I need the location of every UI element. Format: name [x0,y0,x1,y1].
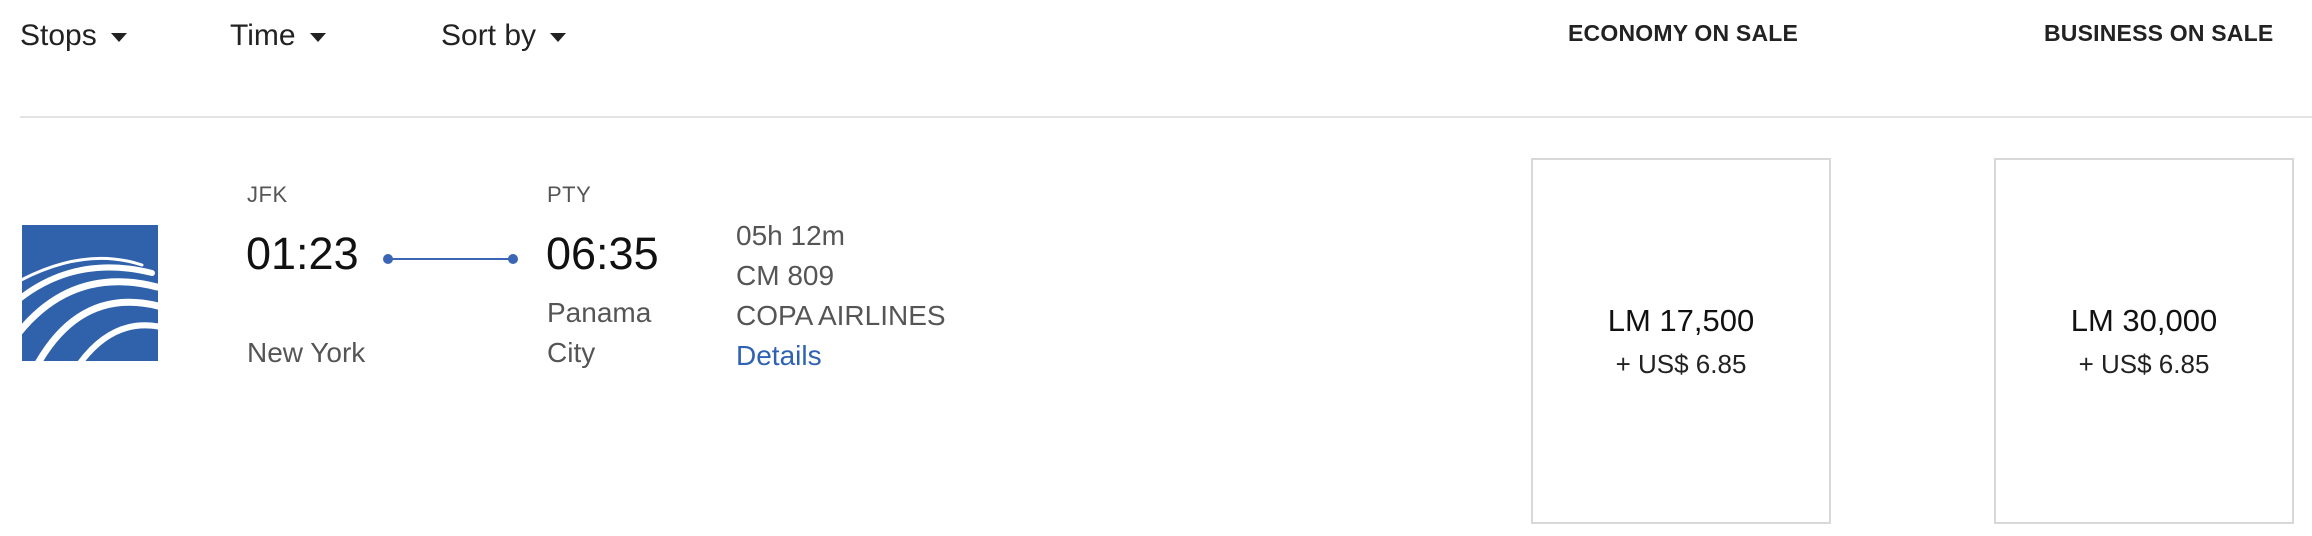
route-line [388,258,514,260]
route-end-dot [508,254,518,264]
route-start-dot [383,254,393,264]
airline-name: COPA AIRLINES [736,300,946,331]
header-divider [20,116,2312,118]
economy-fare-cash: + US$ 6.85 [1615,348,1747,379]
economy-fare-option[interactable]: LM 17,500 + US$ 6.85 [1531,158,1831,524]
copa-airlines-logo [22,225,158,361]
origin-airport-code: JFK [247,182,288,207]
time-filter-label: Time [230,19,296,52]
origin-city: New York [247,337,366,368]
time-filter[interactable]: Time [230,16,326,56]
stops-filter[interactable]: Stops [20,16,127,56]
airline-logo-icon [22,256,158,361]
sort-by-filter-label: Sort by [441,19,537,52]
caret-down-icon [550,32,567,42]
business-column-header: BUSINESS ON SALE [2044,20,2274,46]
destination-city-line2: City [547,337,596,368]
departure-time: 01:23 [246,228,359,279]
flight-number: CM 809 [736,260,835,291]
business-fare-option[interactable]: LM 30,000 + US$ 6.85 [1994,158,2294,524]
flight-duration: 05h 12m [736,220,845,251]
economy-fare-miles: LM 17,500 [1607,302,1755,338]
economy-column-header: ECONOMY ON SALE [1568,20,1799,46]
caret-down-icon [309,32,326,42]
sort-by-filter[interactable]: Sort by [441,16,567,56]
arrival-time: 06:35 [546,228,659,279]
flight-info: 05h 12m CM 809 COPA AIRLINES Details [736,216,946,376]
destination-city: Panama City [547,293,651,373]
destination-city-line1: Panama [547,297,652,328]
destination-airport-code: PTY [547,182,592,207]
stops-filter-label: Stops [20,19,97,52]
business-fare-cash: + US$ 6.85 [2078,348,2210,379]
caret-down-icon [110,32,127,42]
details-link[interactable]: Details [736,336,946,376]
business-fare-miles: LM 30,000 [2070,302,2218,338]
